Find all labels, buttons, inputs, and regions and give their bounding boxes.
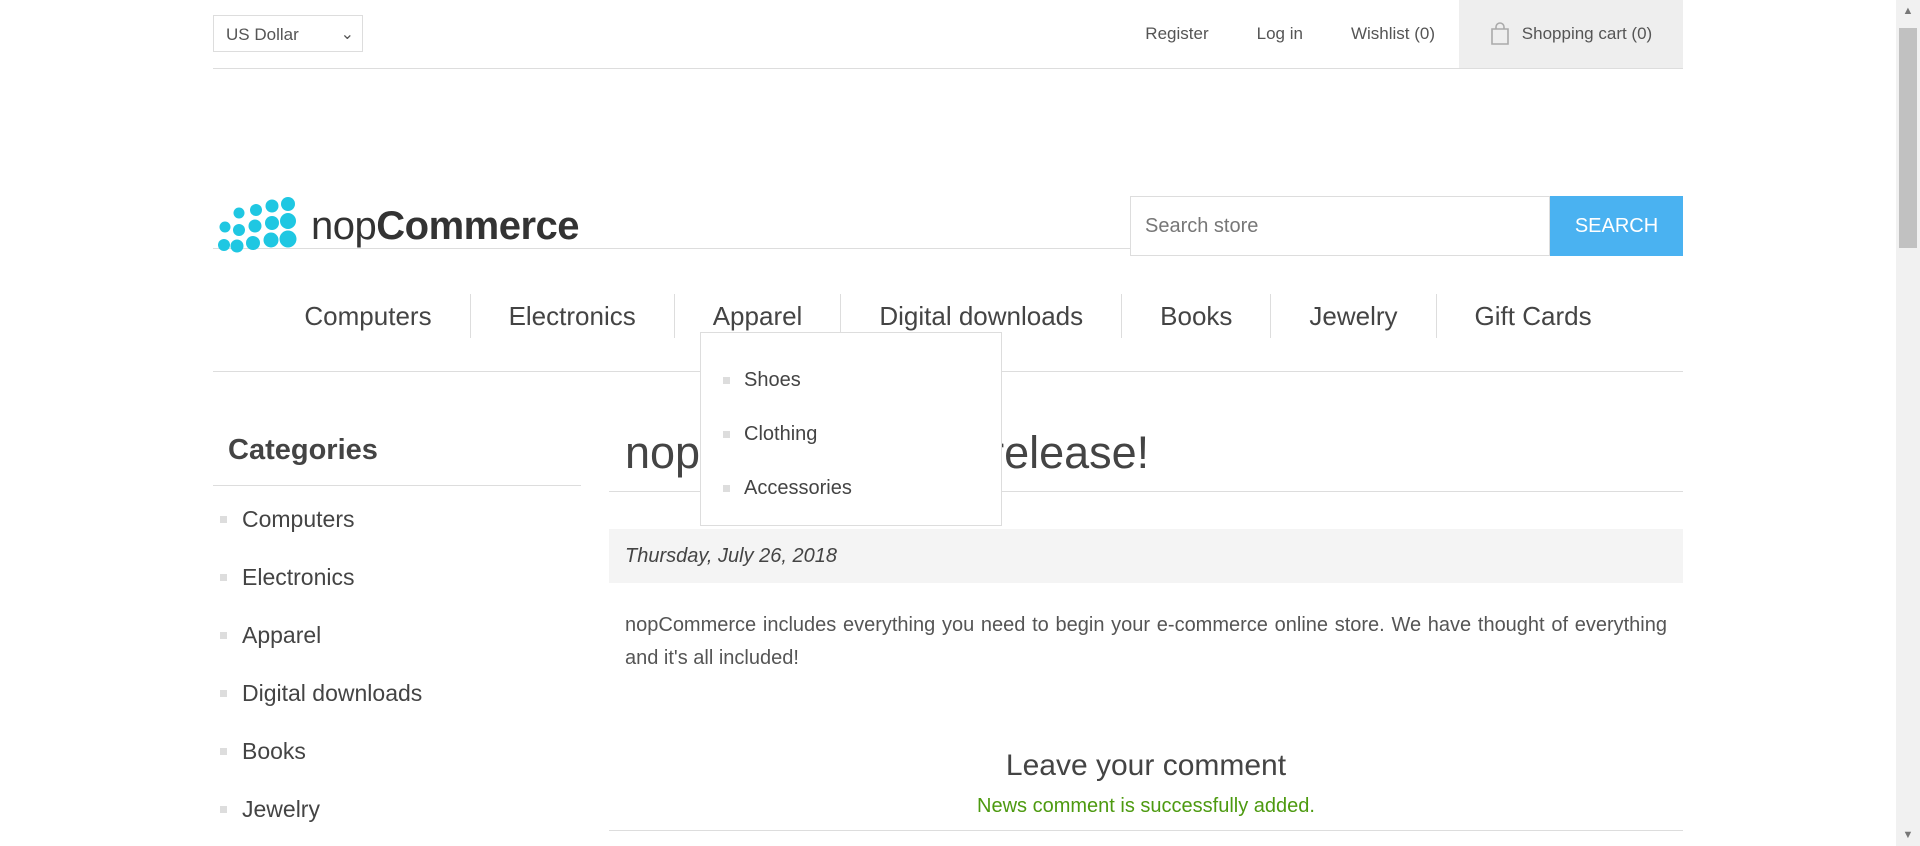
register-link[interactable]: Register: [1145, 24, 1208, 44]
submenu-label: Accessories: [744, 476, 852, 499]
logo-text-light: nop: [311, 203, 377, 248]
header-lower: nopCommerce SEARCH: [213, 69, 1683, 256]
menu-item-jewelry[interactable]: Jewelry: [1270, 294, 1435, 338]
shopping-bag-icon: [1490, 22, 1509, 45]
categories-title: Categories: [213, 420, 581, 486]
scroll-thumb[interactable]: [1899, 28, 1917, 248]
bullet-icon: [723, 430, 730, 438]
login-link[interactable]: Log in: [1257, 24, 1303, 44]
category-label: Books: [242, 737, 306, 764]
search-button[interactable]: SEARCH: [1550, 196, 1683, 256]
currency-select[interactable]: US Dollar ⌄: [213, 15, 363, 52]
news-body: nopCommerce includes everything you need…: [625, 614, 1667, 669]
category-label: Electronics: [242, 563, 355, 590]
header-upper: US Dollar ⌄ Register Log in Wishlist (0)…: [213, 0, 1683, 69]
category-item-apparel[interactable]: Apparel: [213, 606, 581, 664]
logo-text: nopCommerce: [311, 203, 580, 249]
leave-comment-title: Leave your comment: [1005, 749, 1287, 782]
chevron-down-icon: ⌄: [340, 26, 354, 43]
apparel-submenu: Shoes Clothing Accessories: [700, 332, 1002, 526]
category-item-jewelry[interactable]: Jewelry: [213, 780, 581, 838]
category-label: Jewelry: [242, 795, 320, 822]
cart-label: Shopping cart (0): [1521, 24, 1653, 43]
category-item-books[interactable]: Books: [213, 722, 581, 780]
category-label: Computers: [242, 505, 355, 532]
search-input[interactable]: [1130, 196, 1550, 256]
bullet-icon: [220, 689, 227, 697]
category-item-electronics[interactable]: Electronics: [213, 548, 581, 606]
menu-item-gift-cards[interactable]: Gift Cards: [1435, 294, 1630, 338]
page-scrollbar[interactable]: ▲ ▼: [1896, 0, 1920, 846]
menu-item-books[interactable]: Books: [1121, 294, 1270, 338]
scroll-up-icon[interactable]: ▲: [1896, 0, 1920, 22]
currency-value: US Dollar: [226, 25, 299, 44]
news-title-left: nop: [625, 427, 701, 478]
submenu-item-shoes[interactable]: Shoes: [701, 353, 1001, 407]
bullet-icon: [220, 747, 227, 755]
bullet-icon: [220, 515, 227, 523]
page-container: US Dollar ⌄ Register Log in Wishlist (0)…: [213, 0, 1683, 831]
bullet-icon: [220, 631, 227, 639]
news-date: Thursday, July 26, 2018: [609, 529, 1683, 583]
bullet-icon: [723, 484, 730, 492]
menu-item-electronics[interactable]: Electronics: [469, 294, 674, 338]
menu-item-computers[interactable]: Computers: [266, 294, 469, 338]
category-item-digital-downloads[interactable]: Digital downloads: [213, 664, 581, 722]
bullet-icon: [723, 376, 730, 384]
category-label: Apparel: [242, 621, 322, 648]
wishlist-link[interactable]: Wishlist (0): [1351, 24, 1435, 44]
categories-list: Computers Electronics Apparel Digital do…: [213, 486, 581, 838]
submenu-label: Shoes: [744, 368, 801, 391]
logo-text-bold: Commerce: [376, 203, 580, 248]
submenu-item-clothing[interactable]: Clothing: [701, 407, 1001, 461]
bullet-icon: [220, 573, 227, 581]
submenu-item-accessories[interactable]: Accessories: [701, 461, 1001, 515]
header-links: Register Log in Wishlist (0) Shopping ca…: [1097, 0, 1683, 68]
submenu-label: Clothing: [744, 422, 818, 445]
divider: [609, 830, 1683, 831]
shopping-cart-link[interactable]: Shopping cart (0): [1459, 0, 1683, 68]
bullet-icon: [220, 805, 227, 813]
categories-sidebar: Categories Computers Electronics Apparel…: [213, 420, 581, 838]
category-label: Digital downloads: [242, 679, 423, 706]
comment-result-message: News comment is successfully added.: [977, 795, 1315, 817]
scroll-down-icon[interactable]: ▼: [1896, 824, 1920, 846]
category-item-computers[interactable]: Computers: [213, 490, 581, 548]
search-box: SEARCH: [1130, 196, 1683, 256]
